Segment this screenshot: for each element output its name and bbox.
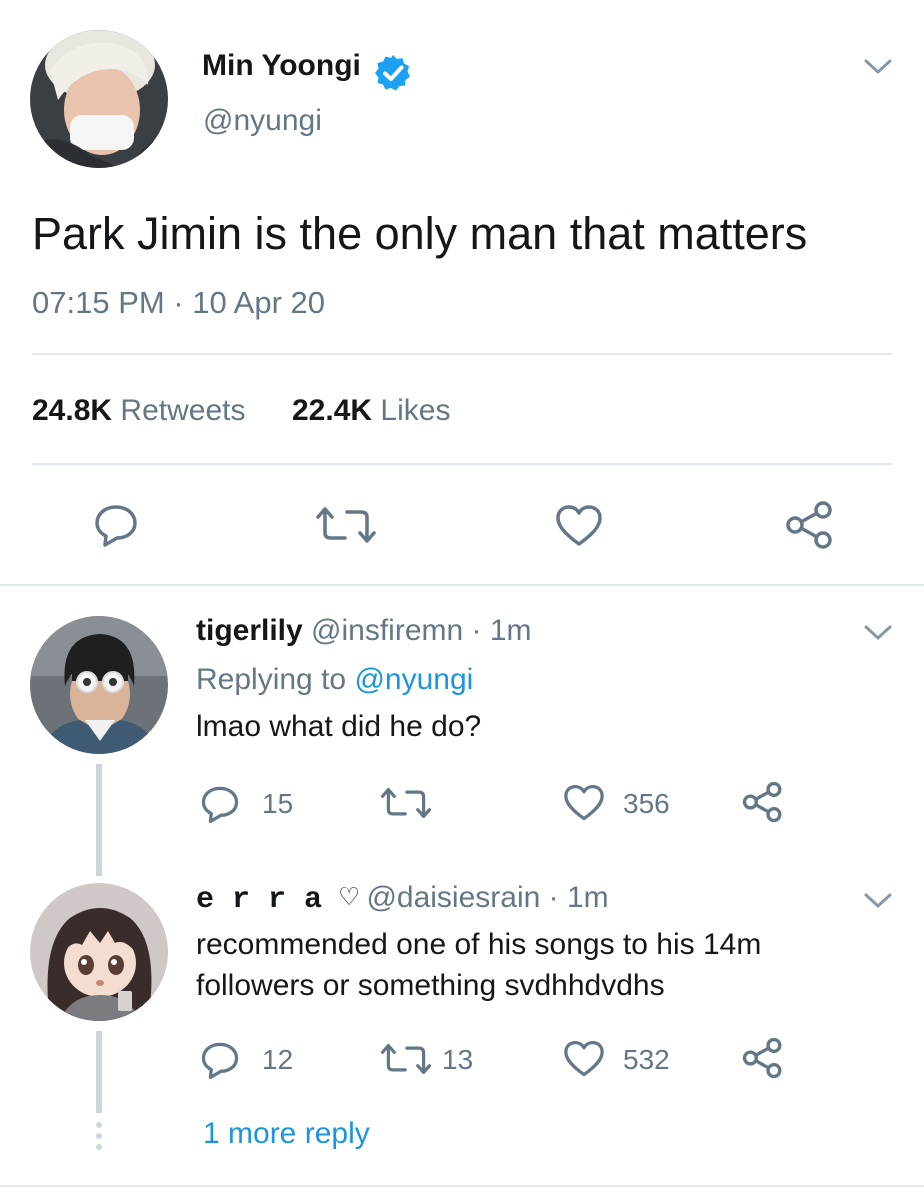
reply-time: · 1m xyxy=(471,614,532,647)
likes-count: 22.4K xyxy=(292,394,373,427)
like-icon[interactable] xyxy=(563,1040,605,1078)
reply-icon[interactable] xyxy=(200,1040,240,1080)
reply-icon[interactable] xyxy=(200,784,240,824)
reply-author-name[interactable]: tigerlily xyxy=(196,614,303,647)
reply-text: recommended one of his songs to his 14m … xyxy=(196,924,761,1006)
reply-icon[interactable] xyxy=(93,503,139,547)
reply-avatar-image xyxy=(30,616,168,754)
retweet-count: 13 xyxy=(442,1044,474,1075)
likes-stat[interactable]: 22.4K Likes xyxy=(292,393,450,429)
like-icon[interactable] xyxy=(555,504,603,548)
author-name[interactable]: Min Yoongi xyxy=(202,48,361,84)
chevron-down-icon[interactable] xyxy=(862,56,894,78)
timestamp-separator: · xyxy=(173,285,184,320)
reply-author-handle[interactable]: @daisiesrain xyxy=(366,881,540,914)
like-count: 356 xyxy=(623,788,670,819)
replying-to-link[interactable]: @nyungi xyxy=(354,663,473,696)
more-replies-link[interactable]: 1 more reply xyxy=(203,1116,370,1152)
like-icon[interactable] xyxy=(563,784,605,822)
retweet-icon[interactable] xyxy=(380,1042,432,1076)
section-divider xyxy=(0,584,924,586)
reply-count: 15 xyxy=(262,788,294,819)
reply-text-line: followers or something svdhhdvdhs xyxy=(196,969,665,1002)
author-avatar[interactable] xyxy=(30,30,168,168)
reply-time: · 1m xyxy=(548,881,609,914)
retweets-count: 24.8K xyxy=(32,394,113,427)
reply-header: tigerlily @insfiremn · 1m xyxy=(196,613,532,649)
reply-author-handle[interactable]: @insfiremn xyxy=(311,614,463,647)
tweet-date: 10 Apr 20 xyxy=(192,285,325,320)
thread-line xyxy=(96,1031,102,1113)
author-avatar-image xyxy=(30,30,168,168)
share-icon[interactable] xyxy=(742,1037,784,1079)
reply-text: lmao what did he do? xyxy=(196,710,482,743)
reply-avatar-image xyxy=(30,883,168,1021)
verified-badge-icon xyxy=(373,53,413,93)
chevron-down-icon[interactable] xyxy=(862,890,894,912)
tweet-text: Park Jimin is the only man that matters xyxy=(32,208,808,259)
retweet-icon[interactable] xyxy=(380,786,432,820)
divider xyxy=(32,353,892,355)
reply-header: e r r a ♡ @daisiesrain · 1m xyxy=(196,880,609,918)
share-icon[interactable] xyxy=(785,500,835,550)
tweet-timestamp: 07:15 PM · 10 Apr 20 xyxy=(32,284,325,322)
bottom-divider xyxy=(0,1185,924,1187)
reply-text-line: recommended one of his songs to his 14m xyxy=(196,928,762,961)
reply-author-name[interactable]: e r r a ♡ xyxy=(196,883,358,917)
replying-to-line: Replying to @nyungi xyxy=(196,662,473,698)
replying-to-label: Replying to xyxy=(196,663,347,696)
divider xyxy=(32,463,892,465)
thread-dots xyxy=(95,1121,103,1153)
tweet-time: 07:15 PM xyxy=(32,285,165,320)
like-count: 532 xyxy=(623,1044,670,1075)
retweets-label: Retweets xyxy=(120,394,246,427)
share-icon[interactable] xyxy=(742,781,784,823)
reply-count: 12 xyxy=(262,1044,294,1075)
author-handle[interactable]: @nyungi xyxy=(203,103,322,139)
likes-label: Likes xyxy=(380,394,451,427)
retweets-stat[interactable]: 24.8K Retweets xyxy=(32,393,245,429)
reply-avatar[interactable] xyxy=(30,883,168,1021)
chevron-down-icon[interactable] xyxy=(862,622,894,644)
reply-avatar[interactable] xyxy=(30,616,168,754)
retweet-icon[interactable] xyxy=(315,505,377,545)
thread-line xyxy=(96,764,102,876)
